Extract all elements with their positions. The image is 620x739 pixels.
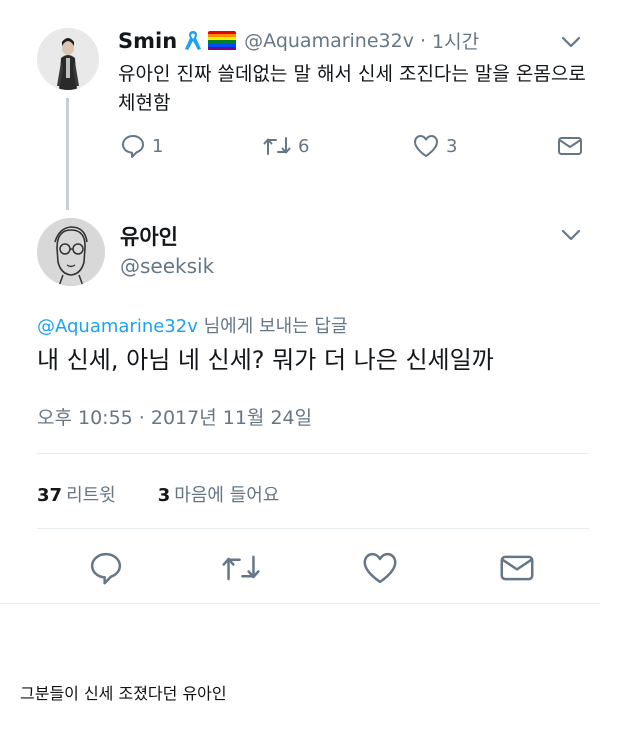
tweet-actions: 1 6 3 — [0, 133, 620, 167]
handle[interactable]: @Aquamarine32v — [244, 30, 414, 52]
rainbow-flag-icon — [208, 30, 237, 51]
message-button[interactable] — [556, 133, 584, 159]
retweet-icon — [222, 555, 260, 581]
caption-text: 그분들이 신세 조졌다던 유아인 — [20, 684, 227, 703]
mention-link[interactable]: @Aquamarine32v — [37, 316, 198, 337]
divider — [0, 603, 600, 604]
tweet-date[interactable]: 오후 10:55 · 2017년 11월 24일 — [37, 403, 312, 430]
like-icon — [414, 135, 438, 157]
tweet-header: Smin @Aquamarine32v · 1시간 — [118, 27, 479, 54]
message-icon — [500, 555, 534, 581]
like-button[interactable] — [360, 550, 400, 590]
retweet-icon — [263, 137, 291, 155]
display-name[interactable]: 유아인 — [120, 221, 178, 251]
tweet-text: 내 신세, 아님 네 신세? 뭐가 더 나은 신세일까 — [37, 346, 494, 374]
divider — [37, 528, 589, 529]
tweet-text: 유아인 진짜 쓸데없는 말 해서 신세 조진다는 말을 온몸으로 체현함 — [118, 63, 586, 114]
display-name[interactable]: Smin — [118, 29, 177, 53]
tweet-stats: 37 리트윗 3 마음에 들어요 — [37, 481, 279, 507]
retweets-stat[interactable]: 37 리트윗 — [37, 481, 116, 507]
parent-tweet[interactable]: Smin @Aquamarine32v · 1시간 유아인 진짜 쓸데없는 말 … — [0, 0, 620, 210]
reply-icon — [90, 552, 122, 585]
like-count: 3 — [446, 135, 458, 157]
retweet-count: 6 — [298, 135, 310, 157]
retweet-button[interactable] — [220, 550, 262, 590]
retweets-label: 리트윗 — [66, 485, 116, 506]
time-separator: · — [419, 29, 427, 52]
retweet-button[interactable]: 6 — [262, 133, 309, 159]
like-button[interactable]: 3 — [412, 133, 457, 159]
divider — [37, 453, 589, 454]
reply-count: 1 — [152, 135, 164, 157]
like-icon — [363, 552, 397, 584]
replying-to: @Aquamarine32v 님에게 보내는 답글 — [37, 312, 348, 338]
chevron-down-icon[interactable] — [560, 227, 582, 243]
tweet-actions — [0, 550, 620, 590]
handle[interactable]: @seeksik — [120, 254, 214, 278]
retweets-value: 37 — [37, 485, 63, 506]
reply-button[interactable] — [88, 550, 124, 590]
chevron-down-icon[interactable] — [560, 34, 582, 50]
reply-button[interactable]: 1 — [120, 133, 163, 159]
replying-to-label: 님에게 보내는 답글 — [203, 316, 348, 337]
likes-stat[interactable]: 3 마음에 들어요 — [158, 481, 280, 507]
avatar[interactable] — [37, 28, 99, 90]
ribbon-icon — [183, 29, 203, 53]
likes-label: 마음에 들어요 — [174, 485, 280, 506]
avatar[interactable] — [37, 218, 105, 286]
message-button[interactable] — [497, 550, 537, 590]
timestamp[interactable]: 1시간 — [432, 27, 479, 54]
reply-icon — [122, 135, 144, 158]
likes-value: 3 — [157, 485, 171, 506]
message-icon — [558, 137, 582, 155]
